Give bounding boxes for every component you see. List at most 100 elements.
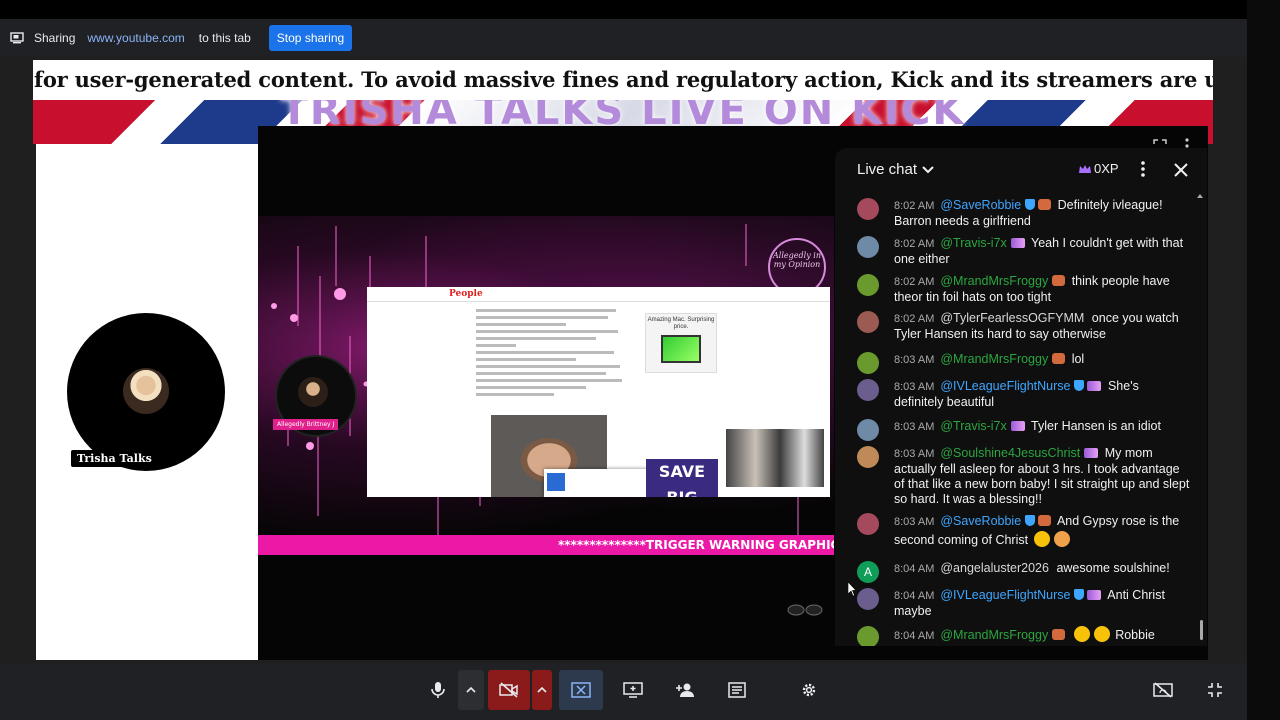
present-icon xyxy=(623,682,643,698)
chat-author[interactable]: @Travis-i7x xyxy=(940,236,1006,250)
chat-message-list[interactable]: 8:02 AM @SaveRobbie Definitely ivleague! … xyxy=(835,192,1207,646)
settings-button[interactable] xyxy=(790,670,828,710)
avatar xyxy=(857,419,879,441)
chat-author[interactable]: @MrandMrsFroggy xyxy=(940,274,1048,288)
level-badge-icon xyxy=(1087,381,1102,391)
level-badge-icon xyxy=(1010,238,1025,248)
news-photo xyxy=(726,429,824,487)
member-badge-icon xyxy=(1038,199,1052,210)
sharing-suffix: to this tab xyxy=(198,31,251,45)
avatar xyxy=(857,588,879,610)
moderator-badge-icon xyxy=(1025,199,1036,210)
host-name-tag: Trisha Talks xyxy=(71,450,158,467)
laughing-emoji-icon xyxy=(1093,626,1110,642)
member-badge-icon xyxy=(1052,353,1066,364)
moderator-badge-icon xyxy=(1074,589,1085,600)
xp-badge[interactable]: 0XP xyxy=(1078,161,1119,176)
news-ticker: for user-generated content. To avoid mas… xyxy=(33,60,1213,100)
laughing-emoji-icon xyxy=(1033,531,1050,547)
guest-avatar xyxy=(298,377,328,407)
save-big-ad: SAVE BIG xyxy=(646,459,718,497)
chat-author[interactable]: @SaveRobbie xyxy=(940,514,1021,528)
screen-share-icon xyxy=(10,31,26,45)
scroll-up-icon[interactable] xyxy=(1197,194,1203,198)
avatar xyxy=(857,274,879,296)
sharing-bar: Sharing www.youtube.com to this tab Stop… xyxy=(0,19,1247,57)
chat-author[interactable]: @IVLeagueFlightNurse xyxy=(940,588,1070,602)
article-text xyxy=(476,309,624,400)
chat-author[interactable]: @TylerFearlessOGFYMM xyxy=(940,311,1084,325)
add-people-button[interactable] xyxy=(666,670,704,710)
close-icon[interactable] xyxy=(1172,161,1190,179)
chat-scrollbar[interactable] xyxy=(1200,620,1203,640)
hide-self-icon xyxy=(1153,682,1173,698)
fullscreen-button[interactable] xyxy=(1196,670,1234,710)
moderator-badge-icon xyxy=(1074,380,1085,391)
member-badge-icon xyxy=(1038,515,1052,526)
article-brand: People xyxy=(449,289,483,299)
avatar xyxy=(857,236,879,258)
stop-presenting-button[interactable] xyxy=(559,670,603,710)
chat-more-icon[interactable] xyxy=(1139,160,1147,178)
hide-self-view-button[interactable] xyxy=(1144,670,1182,710)
eyes-logo xyxy=(787,604,823,616)
trigger-warning-bar: **************TRIGGER WARNING GRAPHIC DI xyxy=(258,535,834,555)
camera-toggle-button[interactable] xyxy=(488,670,530,710)
mouse-cursor-icon xyxy=(848,582,856,596)
stop-present-icon xyxy=(571,682,591,698)
chat-author[interactable]: @MrandMrsFroggy xyxy=(940,628,1048,642)
level-badge-icon xyxy=(1084,448,1099,458)
captions-icon xyxy=(728,682,746,698)
avatar xyxy=(857,626,879,646)
avatar xyxy=(857,352,879,374)
chat-author[interactable]: @SaveRobbie xyxy=(940,198,1021,212)
level-badge-icon xyxy=(1087,590,1102,600)
camera-options-button[interactable] xyxy=(532,670,552,710)
right-strip xyxy=(1247,0,1280,720)
mic-options-button[interactable] xyxy=(458,670,484,710)
live-chat-title[interactable]: Live chat xyxy=(857,161,917,178)
chat-author[interactable]: @IVLeagueFlightNurse xyxy=(940,379,1070,393)
avatar xyxy=(857,379,879,401)
chat-text: Yeah I couldn't get with that one either xyxy=(894,236,1184,266)
chat-text: Tyler Hansen is an idiot xyxy=(1031,419,1161,433)
chat-author[interactable]: @Travis-i7x xyxy=(940,419,1006,433)
stop-sharing-button[interactable]: Stop sharing xyxy=(268,25,353,51)
laptop-image xyxy=(661,335,701,363)
avatar xyxy=(857,513,879,535)
article-popup xyxy=(544,469,648,497)
mic-button[interactable] xyxy=(420,670,456,710)
member-badge-icon xyxy=(1052,629,1066,640)
crown-icon xyxy=(1079,164,1091,173)
chevron-up-icon xyxy=(537,686,547,693)
camera-off-icon xyxy=(499,682,518,698)
mac-ad: Amazing Mac. Surprising price. xyxy=(645,313,717,373)
chevron-down-icon[interactable] xyxy=(921,163,935,177)
member-badge-icon xyxy=(1052,275,1066,286)
chat-author[interactable]: @MrandMrsFroggy xyxy=(940,352,1048,366)
chat-author[interactable]: @angelaluster2026 xyxy=(940,561,1049,575)
chevron-up-icon xyxy=(466,686,476,693)
laughing-emoji-icon xyxy=(1073,626,1090,642)
sharing-label: Sharing xyxy=(34,31,76,45)
avatar xyxy=(857,311,879,333)
level-badge-icon xyxy=(1010,421,1025,431)
fullscreen-icon xyxy=(1208,683,1222,697)
trigger-warning-text: **************TRIGGER WARNING GRAPHIC DI xyxy=(558,538,834,552)
shrug-emoji-icon xyxy=(1053,531,1070,547)
host-avatar xyxy=(123,368,169,414)
top-strip xyxy=(0,0,1247,19)
chat-text: awesome soulshine! xyxy=(1056,561,1170,575)
live-chat-panel: Live chat 0XP 8:02 AM @SaveRobbie Definit… xyxy=(835,148,1207,646)
captions-button[interactable] xyxy=(718,670,756,710)
present-button[interactable] xyxy=(614,670,652,710)
chat-author[interactable]: @Soulshine4JesusChrist xyxy=(940,446,1080,460)
moderator-badge-icon xyxy=(1025,515,1036,526)
add-people-icon xyxy=(676,683,694,697)
article-screenshot: People Amazing Mac. Surprising price. SA… xyxy=(367,287,830,497)
chat-text: lol xyxy=(1071,352,1085,366)
guest-name-tag: Allegedly Brittney J xyxy=(273,419,339,430)
xp-value: 0XP xyxy=(1094,161,1119,176)
live-chat-header: Live chat 0XP xyxy=(835,148,1207,192)
article-header: People xyxy=(367,287,830,302)
